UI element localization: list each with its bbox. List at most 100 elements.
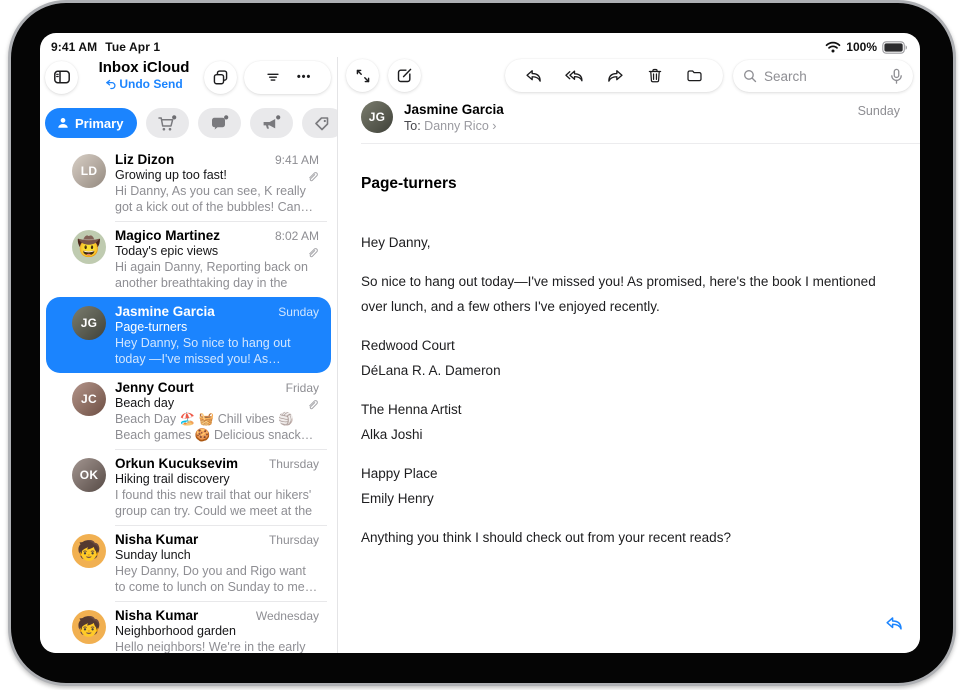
mic-icon[interactable] <box>889 68 904 85</box>
folder-button[interactable] <box>685 67 704 85</box>
message-actions-pill <box>505 59 723 92</box>
select-messages-button[interactable] <box>204 61 237 94</box>
paperclip-icon <box>307 246 318 258</box>
list-item-preview: I found this new trail that our hikers' … <box>115 487 319 519</box>
battery-icon <box>882 41 908 54</box>
list-item-time: Friday <box>286 381 319 395</box>
primary-chip-label: Primary <box>75 116 123 131</box>
sender-name: Jasmine Garcia <box>404 102 847 117</box>
category-chips[interactable]: Primary <box>45 108 337 138</box>
trash-button[interactable] <box>646 66 664 85</box>
email-list[interactable]: LD Liz Dizon 9:41 AM Growing up too fast… <box>40 145 337 653</box>
category-chip-updates[interactable] <box>198 108 241 138</box>
list-item[interactable]: 🤠 Magico Martinez 8:02 AM Today's epic v… <box>46 221 331 297</box>
status-time-date: 9:41 AM Tue Apr 1 <box>51 40 168 54</box>
mailbox-pane: Inbox iCloud Undo Send <box>40 57 338 653</box>
message-date: Sunday <box>858 104 900 118</box>
avatar: 🧒 <box>72 610 106 644</box>
person-icon <box>56 116 70 130</box>
list-item-time: Sunday <box>278 305 319 319</box>
compose-button[interactable] <box>388 59 421 92</box>
list-item[interactable]: OK Orkun Kucuksevim Thursday Hiking trai… <box>46 449 331 525</box>
cart-icon <box>157 114 178 133</box>
list-item-preview: Beach Day 🏖️ 🧺 Chill vibes 🏐 Beach games… <box>115 411 319 443</box>
sidebar-toggle-button[interactable] <box>45 61 78 94</box>
list-item[interactable]: JG Jasmine Garcia Sunday Page-turners He… <box>46 297 331 373</box>
avatar: 🧒 <box>72 534 106 568</box>
status-bar: 9:41 AM Tue Apr 1 100% <box>40 33 920 57</box>
list-item-sender: Jenny Court <box>115 380 280 395</box>
message-view: JG Jasmine Garcia To: Danny Rico › Sunda… <box>338 93 920 653</box>
status-time: 9:41 AM <box>51 40 97 54</box>
list-item[interactable]: LD Liz Dizon 9:41 AM Growing up too fast… <box>46 145 331 221</box>
body-paragraph: Redwood Court DéLana R. A. Dameron <box>361 333 890 383</box>
tag-icon <box>313 114 334 133</box>
chevron-right-icon: › <box>492 119 496 133</box>
reply-button[interactable] <box>524 66 543 85</box>
body-paragraph: Hey Danny, <box>361 230 890 255</box>
body-paragraph: So nice to hang out today—I've missed yo… <box>361 269 890 319</box>
list-item-sender: Jasmine Garcia <box>115 304 272 319</box>
message-pane: Search JG Jasmine Garcia <box>338 57 920 653</box>
screen: 9:41 AM Tue Apr 1 100% <box>40 33 920 653</box>
filter-button[interactable] <box>264 68 282 86</box>
avatar: JC <box>72 382 106 416</box>
list-item-preview: Hey Danny, So nice to hang out today —I'… <box>115 335 319 367</box>
body-paragraph: Anything you think I should check out fr… <box>361 525 890 550</box>
sidebar-icon <box>52 67 72 87</box>
status-date: Tue Apr 1 <box>105 40 160 54</box>
undo-send-button[interactable]: Undo Send <box>105 77 182 91</box>
list-item-sender: Nisha Kumar <box>115 608 250 623</box>
reply-all-button[interactable] <box>564 66 585 85</box>
list-item-sender: Magico Martinez <box>115 228 269 243</box>
forward-button[interactable] <box>606 66 625 85</box>
body-paragraph: Happy Place Emily Henry <box>361 461 890 511</box>
recipient-line[interactable]: To: Danny Rico › <box>404 119 847 133</box>
avatar: LD <box>72 154 106 188</box>
search-icon <box>742 68 758 84</box>
list-item[interactable]: 🧒 Nisha Kumar Thursday Sunday lunch Hey … <box>46 525 331 601</box>
ipad-device-frame: 9:41 AM Tue Apr 1 100% <box>8 0 956 686</box>
to-label: To: <box>404 119 421 133</box>
search-field[interactable]: Search <box>733 60 913 92</box>
mailbox-header: Inbox iCloud Undo Send <box>40 58 337 96</box>
expand-icon <box>354 67 372 85</box>
expand-button[interactable] <box>346 59 379 92</box>
list-item-sender: Nisha Kumar <box>115 532 263 547</box>
undo-icon <box>105 79 116 90</box>
list-item-subject: Today's epic views <box>115 244 319 258</box>
list-item-time: 8:02 AM <box>275 229 319 243</box>
list-item-time: Thursday <box>269 457 319 471</box>
list-item-subject: Growing up too fast! <box>115 168 319 182</box>
list-item-preview: Hi Danny, As you can see, K really got a… <box>115 183 319 215</box>
chat-bubble-icon <box>209 114 230 133</box>
megaphone-icon <box>261 114 282 133</box>
body-paragraph: The Henna Artist Alka Joshi <box>361 397 890 447</box>
list-item-subject: Hiking trail discovery <box>115 472 319 486</box>
header-divider <box>361 143 920 144</box>
search-placeholder: Search <box>764 69 883 84</box>
compose-icon <box>395 66 414 85</box>
message-toolbar: Search <box>338 59 920 93</box>
list-item-subject: Page-turners <box>115 320 319 334</box>
quick-reply-button[interactable] <box>884 613 904 633</box>
list-item-sender: Liz Dizon <box>115 152 269 167</box>
list-item[interactable]: 🧒 Nisha Kumar Wednesday Neighborhood gar… <box>46 601 331 653</box>
message-subject: Page-turners <box>361 175 897 193</box>
category-chip-transactions[interactable] <box>146 108 189 138</box>
category-chip-more[interactable] <box>302 108 337 138</box>
list-item[interactable]: JC Jenny Court Friday Beach day Beach Da… <box>46 373 331 449</box>
category-chip-promotions[interactable] <box>250 108 293 138</box>
undo-send-label: Undo Send <box>119 77 182 91</box>
list-item-time: Thursday <box>269 533 319 547</box>
copy-icon <box>211 68 230 87</box>
message-body: Hey Danny, So nice to hang out today—I'v… <box>361 230 890 550</box>
avatar: JG <box>72 306 106 340</box>
list-item-preview: Hi again Danny, Reporting back on anothe… <box>115 259 319 291</box>
list-item-subject: Beach day <box>115 396 319 410</box>
more-options-button[interactable]: ••• <box>297 72 312 83</box>
paperclip-icon <box>307 398 318 410</box>
battery-percent-label: 100% <box>846 40 877 54</box>
wifi-icon <box>825 41 841 53</box>
category-chip-primary[interactable]: Primary <box>45 108 137 138</box>
